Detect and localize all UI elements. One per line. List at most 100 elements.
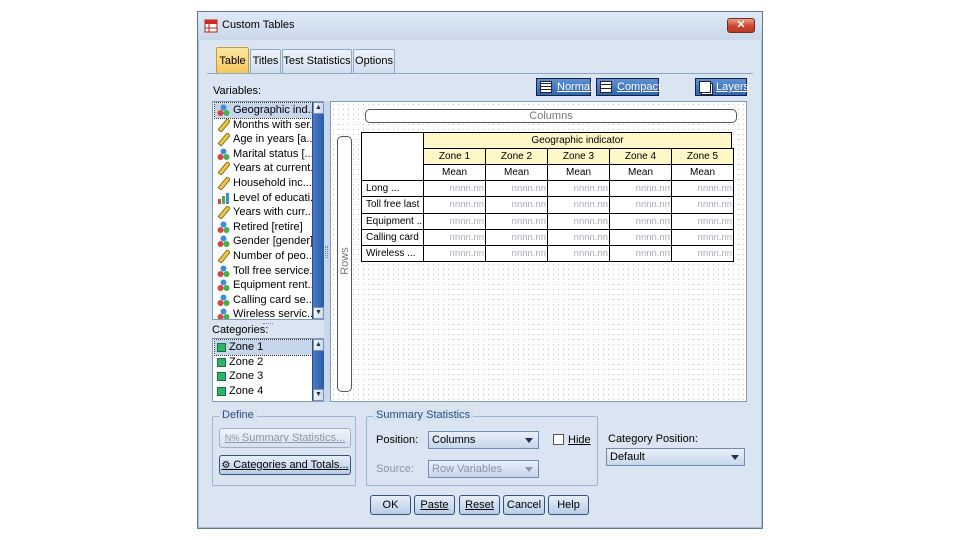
variables-scrollbar[interactable]: ▲ ▼: [312, 102, 324, 319]
category-position-dropdown[interactable]: Default: [606, 448, 745, 466]
tab-titles-label: Titles: [252, 55, 279, 67]
columns-drop-zone[interactable]: Columns: [365, 109, 737, 123]
variable-item-label: Equipment rent...: [233, 279, 317, 292]
data-cell: nnnn.nn: [547, 180, 610, 198]
tab-test-statistics-label: Test Statistics: [283, 55, 351, 67]
variables-list[interactable]: Geographic ind... Months with ser... Age i…: [212, 101, 325, 320]
scale-icon: [217, 118, 230, 132]
compact-view-label: Compact: [617, 81, 662, 93]
categories-scrollbar[interactable]: ▲ ▼: [312, 339, 324, 401]
data-cell: nnnn.nn: [423, 196, 486, 214]
category-item-label: Zone 4: [229, 384, 264, 397]
compact-view-button[interactable]: Compact: [596, 78, 662, 96]
variable-item[interactable]: Months with ser...: [215, 118, 324, 133]
statistic-header-cell: Mean: [547, 164, 610, 181]
variable-item[interactable]: Number of peo...: [215, 249, 324, 264]
summary-statistics-group-title: Summary Statistics: [373, 409, 474, 421]
custom-tables-app-icon: [204, 19, 218, 33]
hide-checkbox[interactable]: [553, 434, 564, 445]
data-cell: nnnn.nn: [485, 245, 548, 263]
scroll-down-icon[interactable]: ▼: [313, 307, 324, 319]
variable-item[interactable]: Household inc...: [215, 176, 324, 191]
variable-item[interactable]: Geographic ind...: [214, 102, 324, 119]
variable-item-label: Calling card se...: [233, 293, 315, 306]
ok-button[interactable]: OK: [370, 495, 411, 515]
data-cell: nnnn.nn: [547, 228, 610, 247]
variable-item-label: Retired [retire]: [233, 220, 303, 233]
summary-statistics-button[interactable]: N% Summary Statistics...: [219, 428, 351, 448]
table-canvas[interactable]: Columns Rows Geographic indicator Zone 1M…: [330, 101, 747, 402]
categories-and-totals-button[interactable]: ⚙ Categories and Totals...: [219, 455, 351, 475]
title-bar[interactable]: Custom Tables ✕: [198, 12, 762, 40]
close-icon: ✕: [736, 19, 746, 31]
layers-label: Layers: [716, 81, 750, 93]
variable-item-label: Years with curr...: [233, 206, 314, 219]
categories-list[interactable]: Zone 1 Zone 2 Zone 3 Zone 4 ▲ ▼: [212, 338, 325, 402]
row-label-cell: Long ...: [361, 180, 424, 198]
cancel-button[interactable]: Cancel: [503, 495, 545, 515]
tab-test-statistics[interactable]: Test Statistics: [282, 49, 352, 73]
source-dropdown[interactable]: Row Variables: [428, 460, 539, 478]
statistic-header-cell: Mean: [423, 164, 486, 181]
data-cell: nnnn.nn: [547, 212, 610, 230]
zone-header-cell: Zone 5: [671, 148, 734, 165]
data-cell: nnnn.nn: [609, 196, 672, 214]
variable-item[interactable]: Years at current...: [215, 161, 324, 176]
row-label-cell: Wireless ...: [361, 245, 424, 263]
rows-drop-label: Rows: [339, 247, 351, 275]
help-label: Help: [557, 499, 580, 511]
reset-button[interactable]: Reset: [459, 495, 500, 515]
normal-view-button[interactable]: Normal: [536, 78, 593, 96]
variable-item[interactable]: Marital status [...: [215, 147, 324, 162]
nominal-icon: [217, 235, 230, 248]
variable-item[interactable]: Equipment rent...: [215, 278, 324, 293]
data-cell: nnnn.nn: [485, 196, 548, 214]
variable-item[interactable]: Years with curr...: [215, 205, 324, 220]
data-cell: nnnn.nn: [547, 245, 610, 263]
tab-options[interactable]: Options: [353, 49, 395, 73]
layers-button[interactable]: Layers: [695, 78, 750, 96]
data-cell: nnnn.nn: [609, 180, 672, 198]
category-item[interactable]: Zone 3: [215, 369, 324, 384]
variable-item[interactable]: Gender [gender]: [215, 234, 324, 249]
tab-titles[interactable]: Titles: [250, 49, 281, 73]
rows-drop-zone[interactable]: Rows: [337, 136, 352, 392]
scroll-up-icon[interactable]: ▲: [313, 339, 324, 351]
data-cell: nnnn.nn: [423, 212, 486, 230]
paste-button[interactable]: Paste: [414, 495, 455, 515]
pivot-table-preview[interactable]: Geographic indicator Zone 1 Mean Zone 2 Mean…: [361, 132, 734, 263]
nominal-icon: [217, 148, 230, 160]
data-cell: nnnn.nn: [609, 245, 672, 263]
grid-icon: [540, 81, 552, 93]
splitter-grip: [325, 246, 328, 258]
ok-label: OK: [382, 499, 399, 511]
categories-label: Categories:: [212, 324, 269, 336]
tab-strip-divider: [207, 73, 753, 74]
data-cell: nnnn.nn: [671, 196, 734, 214]
data-cell: nnnn.nn: [485, 228, 548, 247]
categories-and-totals-label: Categories and Totals...: [233, 459, 349, 471]
variable-item[interactable]: Retired [retire]: [215, 220, 324, 235]
category-position-value: Default: [610, 451, 645, 463]
position-dropdown[interactable]: Columns: [428, 431, 539, 449]
scroll-up-icon[interactable]: ▲: [313, 102, 324, 114]
close-button[interactable]: ✕: [727, 18, 755, 33]
category-item[interactable]: Zone 2: [215, 355, 324, 370]
category-item[interactable]: Zone 4: [215, 384, 324, 399]
category-item[interactable]: Zone 1: [214, 339, 324, 356]
variable-item[interactable]: Toll free service...: [215, 264, 324, 279]
normal-view-label: Normal: [557, 81, 593, 93]
tab-table[interactable]: Table: [216, 47, 249, 73]
help-button[interactable]: Help: [548, 495, 589, 515]
reset-label: Reset: [465, 499, 494, 511]
zone-header-cell: Zone 1: [423, 148, 486, 165]
variable-item[interactable]: Level of educati...: [215, 191, 324, 206]
variable-item-label: Geographic ind...: [233, 104, 317, 116]
category-item-label: Zone 1: [229, 341, 264, 353]
scroll-down-icon[interactable]: ▼: [313, 389, 324, 401]
variable-item-label: Household inc...: [233, 177, 312, 189]
variable-item[interactable]: Calling card se...: [215, 293, 324, 308]
tab-options-label: Options: [355, 55, 393, 67]
variable-item[interactable]: Age in years [a...: [215, 132, 324, 147]
category-swatch-icon: [217, 343, 226, 352]
